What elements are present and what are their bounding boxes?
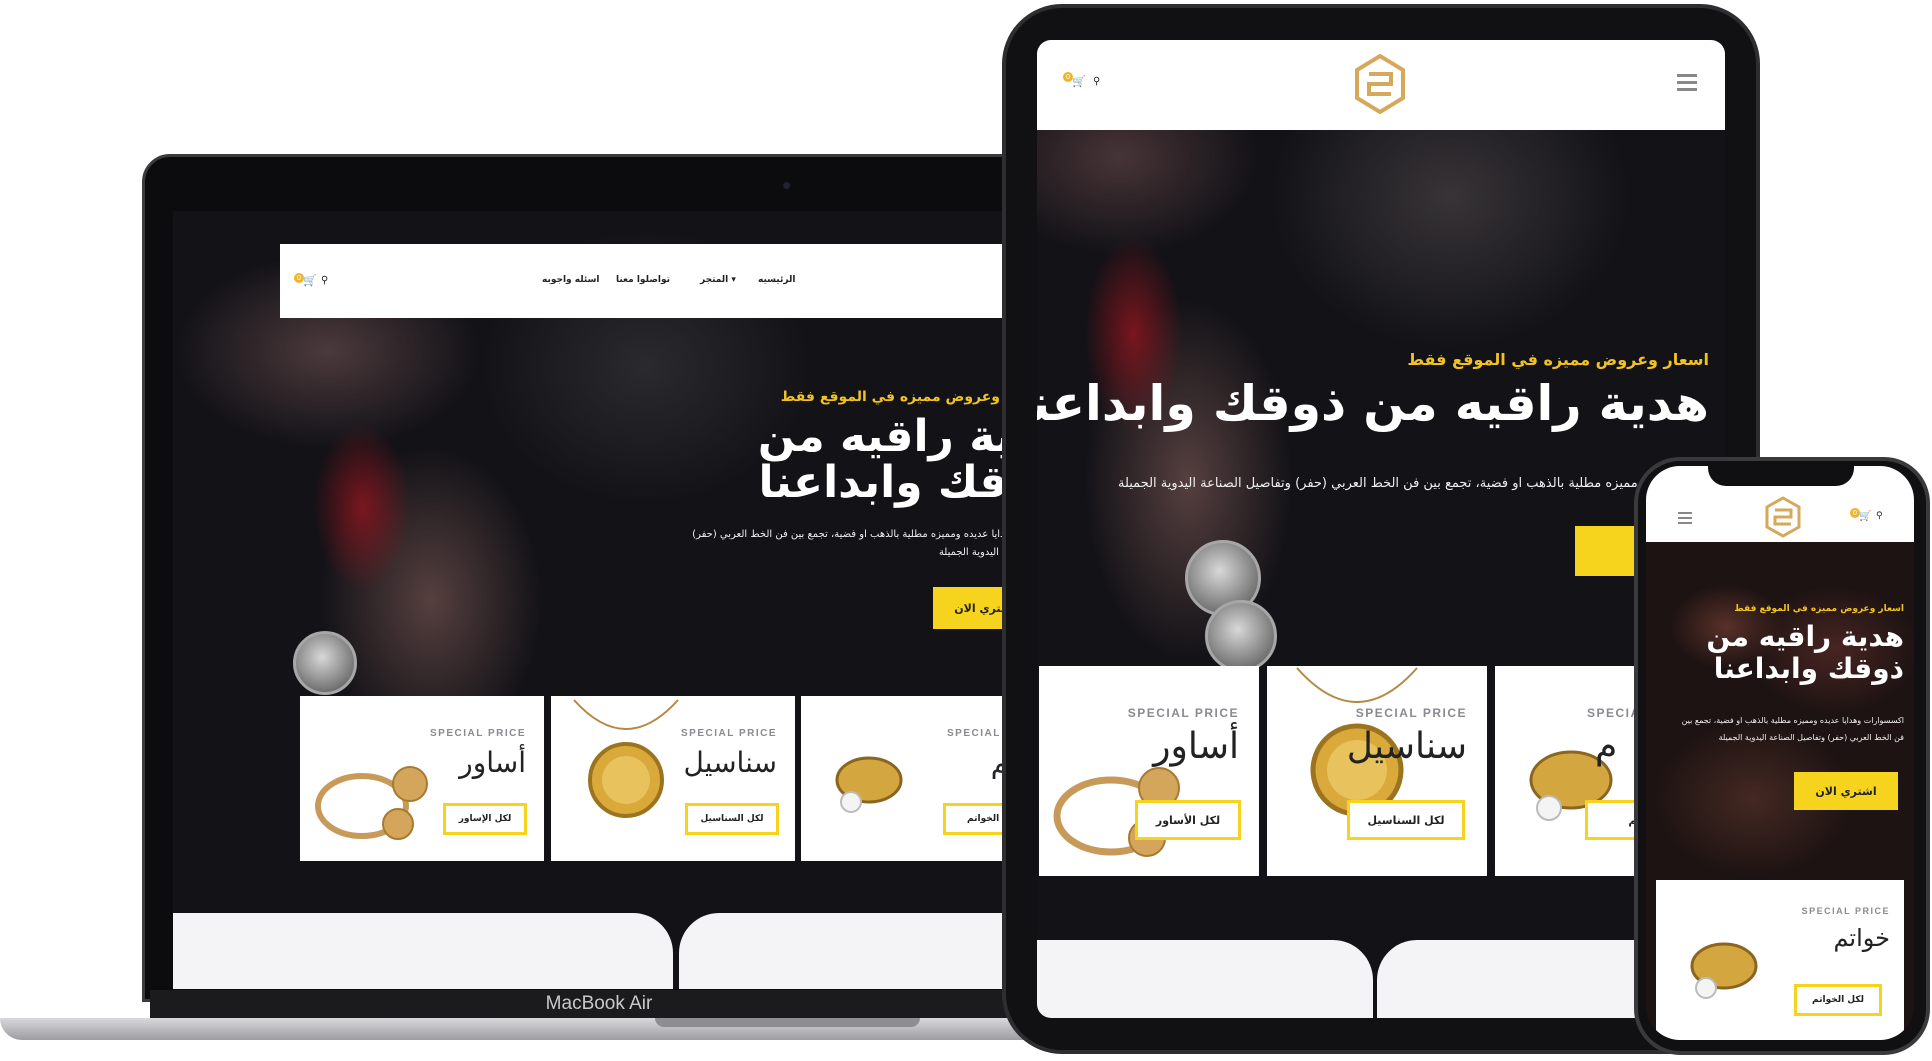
cart-icon[interactable]: 🛒 bbox=[1859, 511, 1871, 522]
ring-image bbox=[829, 744, 909, 824]
search-icon[interactable]: ⚲ bbox=[321, 275, 328, 286]
category-card-bracelets[interactable]: SPECIAL PRICE أساور لكل الأساور bbox=[1039, 666, 1259, 876]
nav-store[interactable]: المتجر ▾ bbox=[700, 275, 736, 285]
laptop-brand-label: MacBook Air bbox=[545, 993, 653, 1014]
nav-faq[interactable]: اسئله واجوبه bbox=[542, 275, 600, 285]
hero-description-line2: فن الخط العربي (حفر) وتفاصيل الصناعة الي… bbox=[1718, 733, 1904, 742]
nav-store-label: المتجر bbox=[700, 275, 729, 285]
category-card-necklaces[interactable]: SPECIAL PRICE سناسيل لكل السناسيل bbox=[551, 696, 795, 861]
hero-headline-line1: دية راقيه من bbox=[757, 411, 1033, 462]
special-price-label: SPECIAL PRICE bbox=[681, 728, 777, 739]
tablet-navbar: 0 🛒 ⚲ bbox=[1037, 40, 1725, 130]
view-bracelets-button[interactable]: لكل الإساور bbox=[443, 803, 527, 835]
hamburger-menu-icon[interactable] bbox=[1677, 74, 1697, 91]
hero-headline: هدية راقيه من ذوقك وابداعنا bbox=[1037, 375, 1709, 432]
ring-image bbox=[1682, 928, 1766, 1012]
ring-photo bbox=[1205, 600, 1277, 672]
special-price-label: SPECIAL PRICE bbox=[1355, 706, 1467, 720]
laptop-navbar: 0 🛒 ⚲ الرئيسيه المتجر ▾ تواصلوا معنا اسئ… bbox=[280, 244, 1033, 318]
ring-photo bbox=[293, 631, 357, 695]
laptop-camera bbox=[783, 182, 790, 189]
hero-description-line1: اكسسوارات وهدايا عديده ومميزه مطلية بالذ… bbox=[1681, 716, 1904, 725]
logo[interactable] bbox=[1764, 496, 1802, 538]
nav-contact[interactable]: تواصلوا معنا bbox=[616, 275, 670, 285]
phone-notch bbox=[1708, 462, 1854, 486]
shop-now-button[interactable]: اشتري الان bbox=[1794, 772, 1898, 810]
cart-icon[interactable]: 🛒 bbox=[1072, 75, 1086, 88]
section-divider-wave bbox=[1037, 940, 1373, 1018]
view-necklaces-button[interactable]: لكل السناسيل bbox=[685, 803, 779, 835]
chevron-down-icon: ▾ bbox=[731, 275, 736, 285]
necklace-image bbox=[566, 698, 686, 858]
nav-home[interactable]: الرئيسيه bbox=[758, 275, 795, 285]
hamburger-menu-icon[interactable] bbox=[1678, 512, 1692, 524]
category-card-necklaces[interactable]: SPECIAL PRICE سناسيل لكل السناسيل bbox=[1267, 666, 1487, 876]
hero-eyebrow: اسعار وعروض مميزه في الموقع فقط bbox=[1407, 350, 1709, 369]
category-card-bracelets[interactable]: SPECIAL PRICE أساور لكل الإساور bbox=[300, 696, 544, 861]
category-card-rings[interactable]: SPECIAL PRICE اتم لكل الخواتم bbox=[801, 696, 1033, 861]
card-title: خواتم bbox=[1833, 924, 1890, 952]
section-divider-wave bbox=[173, 913, 673, 989]
cart-icon[interactable]: 🛒 bbox=[303, 274, 317, 287]
special-price-label: SPECIAL PRICE bbox=[1801, 906, 1890, 916]
laptop-screen: 0 🛒 ⚲ الرئيسيه المتجر ▾ تواصلوا معنا اسئ… bbox=[173, 211, 1033, 989]
card-title: أساور bbox=[459, 746, 526, 779]
phone-screen: 0 🛒 ⚲ اسعار وعروض مميزه في الموقع فقط هد… bbox=[1646, 466, 1914, 1040]
hero-description: هدايا عديده ومميزه مطلية بالذهب او فضية،… bbox=[1117, 476, 1709, 491]
hero-headline-line2: ذوقك وابداعنا bbox=[1713, 652, 1904, 685]
search-icon[interactable]: ⚲ bbox=[1876, 511, 1883, 521]
hero-overlay bbox=[173, 211, 1033, 989]
section-divider-wave bbox=[679, 913, 1033, 989]
hero-eyebrow: وعروض مميزه في الموقع فقط bbox=[780, 389, 1000, 405]
special-price-label: SPECIAL PRICE bbox=[430, 728, 526, 739]
bracelet-image bbox=[312, 736, 432, 846]
laptop-notch bbox=[655, 1018, 920, 1027]
laptop-hinge: MacBook Air bbox=[150, 990, 1048, 1018]
card-title: سناسيل bbox=[683, 746, 777, 779]
view-bracelets-button[interactable]: لكل الأساور bbox=[1135, 800, 1241, 840]
logo[interactable] bbox=[1353, 53, 1407, 115]
category-card-rings[interactable]: SPECIAL PRICE خواتم لكل الخواتم bbox=[1656, 880, 1904, 1040]
hero-description-line1: ت وهدايا عديده ومميزه مطلية بالذهب او فض… bbox=[692, 529, 1028, 540]
special-price-label: SPECIAL PRICE bbox=[1127, 706, 1239, 720]
view-rings-button[interactable]: لكل الخواتم bbox=[1794, 984, 1882, 1016]
hero-eyebrow: اسعار وعروض مميزه في الموقع فقط bbox=[1734, 604, 1904, 614]
card-title: أساور bbox=[1153, 726, 1239, 767]
search-icon[interactable]: ⚲ bbox=[1093, 76, 1100, 87]
hero-headline-line2: وقك وابداعنا bbox=[758, 457, 1033, 508]
card-title: م bbox=[1595, 726, 1618, 767]
view-necklaces-button[interactable]: لكل السناسيل bbox=[1347, 800, 1465, 840]
hero-headline-line1: هدية راقيه من bbox=[1706, 620, 1904, 653]
card-title: سناسيل bbox=[1346, 726, 1467, 767]
tablet-screen: 0 🛒 ⚲ اسعار وعروض مميزه في الموقع فقط هد… bbox=[1037, 40, 1725, 1018]
